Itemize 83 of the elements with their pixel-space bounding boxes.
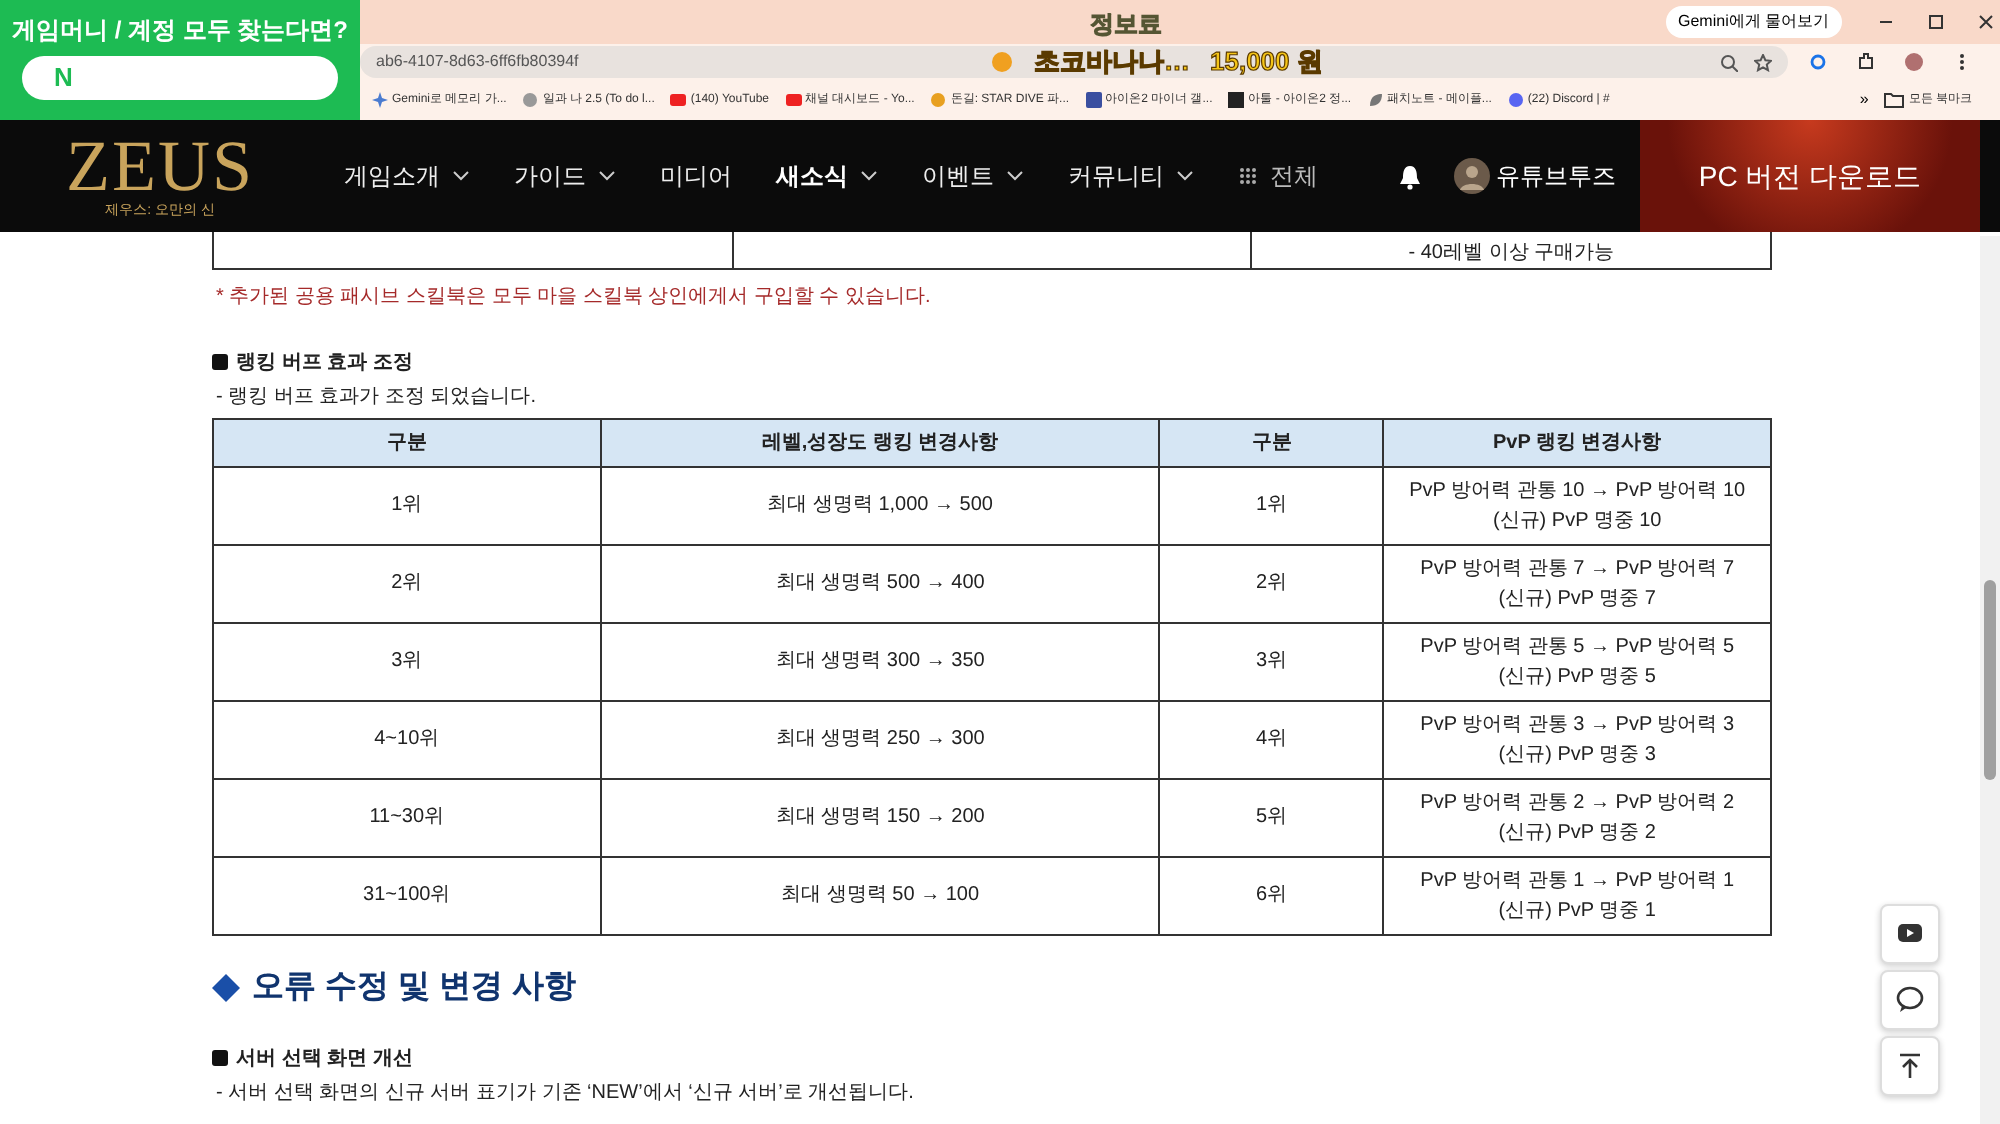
section-heading: 서버 선택 화면 개선 (236, 1045, 413, 1073)
table-cell: PvP 방어력 관통 5 → PvP 방어력 5 (신규) PvP 명중 5 (1383, 622, 1771, 700)
more-bookmarks-button[interactable]: » (1859, 88, 1869, 112)
nav-item[interactable]: 새소식 (776, 158, 878, 194)
circle-icon (522, 92, 539, 108)
nav-item[interactable]: 이벤트 (922, 158, 1024, 194)
coin-icon (990, 47, 1014, 76)
youtube-icon (1896, 920, 1924, 948)
table-cell: PvP 방어력 관통 2 → PvP 방어력 2 (신규) PvP 명중 2 (1383, 778, 1771, 856)
logo[interactable]: ZEUS (66, 129, 254, 202)
restore-icon[interactable] (1926, 12, 1946, 32)
table-cell: 6위 (1159, 856, 1384, 934)
column-header: PvP 랭킹 변경사항 (1383, 418, 1771, 466)
banner-title: 게임머니 / 계정 모두 찾는다면? (12, 14, 348, 48)
donation-amount: 15,000 원 (1210, 44, 1323, 80)
grid-icon (1238, 166, 1258, 186)
window-title: 정보료 (1090, 8, 1162, 42)
leaf-icon (1367, 92, 1384, 108)
side-button[interactable] (1880, 904, 1940, 964)
donation-text: 초코바나나… (1034, 44, 1190, 80)
folder-icon (1884, 92, 1905, 108)
table-cell: 4~10위 (213, 700, 601, 778)
section-heading: 랭킹 버프 효과 조정 (236, 349, 413, 377)
table-cell: 31~100위 (213, 856, 601, 934)
table-cell: 11~30위 (213, 778, 601, 856)
table-cell: 4위 (1159, 700, 1384, 778)
address-text: ab6-4107-8d63-6ff6fb80394f (376, 50, 579, 74)
nav-item[interactable]: 미디어 (660, 158, 732, 194)
avatar-icon (1454, 158, 1490, 194)
play-icon (785, 92, 802, 108)
table-cell: 1위 (1159, 466, 1384, 544)
table-cell: 3위 (213, 622, 601, 700)
table-cell: 2위 (1159, 544, 1384, 622)
table-cell: 최대 생명력 250 → 300 (600, 700, 1160, 778)
table-cell: PvP 방어력 관통 10 → PvP 방어력 10 (신규) PvP 명중 10 (1383, 466, 1771, 544)
table-cell: 2위 (213, 544, 601, 622)
star-icon[interactable] (1754, 53, 1772, 71)
table-cell: PvP 방어력 관통 7 → PvP 방어력 7 (신규) PvP 명중 7 (1383, 544, 1771, 622)
square-bullet-icon (212, 1050, 228, 1066)
section-description: - 서버 선택 화면의 신규 서버 표기가 기존 ‘NEW’에서 ‘신규 서버’로 개선됩니다. (216, 1079, 916, 1107)
table-cell: 최대 생명력 1,000 → 500 (600, 466, 1160, 544)
table-cell: PvP 방어력 관통 3 → PvP 방어력 3 (신규) PvP 명중 3 (1383, 700, 1771, 778)
table-cell: 최대 생명력 500 → 400 (600, 544, 1160, 622)
play-icon (670, 92, 687, 108)
section-description: - 랭킹 버프 효과가 조정 되었습니다. (216, 383, 538, 411)
square-bullet-icon (212, 354, 228, 370)
table-cell: 5위 (1159, 778, 1384, 856)
table-cell: 3위 (1159, 622, 1384, 700)
table-cell: PvP 방어력 관통 1 → PvP 방어력 1 (신규) PvP 명중 1 (1383, 856, 1771, 934)
coin-icon (930, 92, 947, 108)
table-cell: 최대 생명력 300 → 350 (600, 622, 1160, 700)
sparkle-icon (372, 92, 388, 108)
table-cell: 1위 (213, 466, 601, 544)
bell-icon[interactable] (1398, 163, 1422, 189)
diamond-icon (212, 973, 240, 1001)
scroll-top-icon (1896, 1052, 1924, 1080)
avatar-icon[interactable] (1904, 52, 1924, 72)
circle-icon (1507, 92, 1524, 108)
nav-item[interactable]: 커뮤니티 (1068, 158, 1194, 194)
ask-button[interactable]: Gemini에게 물어보기 (1666, 6, 1842, 38)
all-menu-link[interactable]: 전체 (1238, 158, 1318, 194)
table-cell: - 40레벨 이상 구매가능 (1251, 232, 1771, 268)
side-button[interactable] (1880, 970, 1940, 1030)
note-text: * 추가된 공용 패시브 스킬북은 모두 마을 스킬북 상인에게서 구입할 수 있습니다. (216, 283, 933, 311)
chat-icon (1896, 986, 1924, 1014)
user-link[interactable]: 유튜브투즈 (1454, 158, 1616, 194)
nav-item[interactable]: 가이드 (514, 158, 616, 194)
close-icon[interactable] (1976, 12, 1996, 32)
square-icon (1228, 92, 1245, 108)
square-icon (1085, 92, 1102, 108)
column-header: 레벨,성장도 랭킹 변경사항 (600, 418, 1160, 466)
table-cell: 최대 생명력 50 → 100 (600, 856, 1160, 934)
column-header: 구분 (213, 418, 601, 466)
section-title: 오류 수정 및 변경 사항 (252, 967, 576, 1007)
nav-item[interactable]: 게임소개 (344, 158, 470, 194)
table-cell: 최대 생명력 150 → 200 (600, 778, 1160, 856)
side-button[interactable] (1880, 1036, 1940, 1096)
sync-icon[interactable] (1808, 52, 1828, 72)
scrollbar-thumb[interactable] (1984, 580, 1996, 780)
download-button[interactable]: PC 버전 다운로드 (1640, 120, 1980, 232)
zoom-icon[interactable] (1720, 53, 1738, 71)
extension-icon[interactable] (1856, 52, 1876, 72)
column-header: 구분 (1159, 418, 1384, 466)
